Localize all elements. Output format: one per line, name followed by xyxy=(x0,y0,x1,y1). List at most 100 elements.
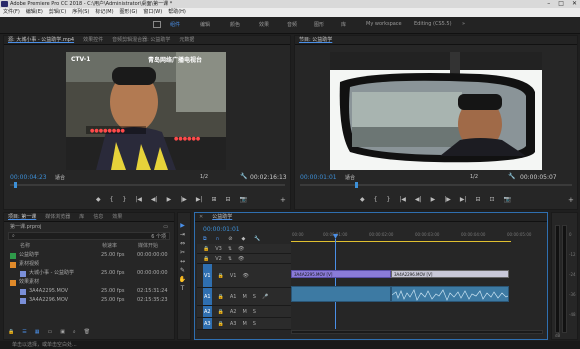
track-lock-icon[interactable]: 🔒 xyxy=(218,318,224,329)
track-source-patch[interactable]: A1 xyxy=(203,288,212,305)
workspace-graphics[interactable]: 图形 xyxy=(314,21,324,28)
source-wrench-icon[interactable]: 🔧 xyxy=(240,173,247,180)
program-add-marker-button[interactable]: ◆ xyxy=(360,196,365,203)
workspace-color[interactable]: 颜色 xyxy=(230,21,240,28)
track-eye-icon[interactable]: 👁 xyxy=(238,254,244,263)
hand-tool-icon[interactable]: ✋ xyxy=(178,275,187,284)
tab-program[interactable]: 节目: 公益助学 xyxy=(299,36,332,44)
linked-selection-icon[interactable]: ⊘ xyxy=(228,236,232,242)
track-source-patch[interactable]: V1 xyxy=(203,264,212,287)
tab-source[interactable]: 源: 大城小事 - 公益助学.mp4 xyxy=(8,36,74,44)
track-lock-icon[interactable]: 🔒 xyxy=(203,254,209,263)
workspace-libraries[interactable]: 库 xyxy=(341,21,346,28)
program-play-button[interactable]: ▶ xyxy=(431,196,436,203)
menu-clip[interactable]: 剪辑(C) xyxy=(49,8,66,17)
menu-sequence[interactable]: 序列(S) xyxy=(72,8,89,17)
pen-tool-icon[interactable]: ✎ xyxy=(178,266,187,275)
tab-info[interactable]: 信息 xyxy=(93,213,103,221)
menu-help[interactable]: 帮助(H) xyxy=(168,8,186,17)
program-step-forward-button[interactable]: |▶ xyxy=(444,196,451,203)
track-sync-icon[interactable]: ⇅ xyxy=(228,254,232,263)
column-fps[interactable]: 帧速率 xyxy=(102,242,138,251)
program-export-frame-icon[interactable]: 📷 xyxy=(504,196,511,203)
play-button[interactable]: ▶ xyxy=(167,196,172,203)
workspace-my[interactable]: My workspace xyxy=(366,21,402,27)
slip-tool-icon[interactable]: ↔ xyxy=(178,257,187,266)
new-item-icon[interactable]: ▣ xyxy=(60,329,65,335)
lift-button[interactable]: ⊟ xyxy=(475,196,480,203)
workspace-more-icon[interactable]: » xyxy=(462,21,465,27)
project-list-item[interactable]: 公益助学 25.00 fps 00:00:00:00 xyxy=(4,251,174,260)
razor-tool-icon[interactable]: ✂ xyxy=(178,248,187,257)
track-select-tool-icon[interactable]: ⇥ xyxy=(178,230,187,239)
tab-project[interactable]: 项目: 第一课 xyxy=(8,213,36,221)
column-media-start[interactable]: 媒体开始 xyxy=(138,242,158,251)
tab-sequence[interactable]: 公益助学 xyxy=(212,213,232,221)
program-scrub-bar[interactable] xyxy=(300,184,572,186)
project-folder-icon[interactable]: ▭ xyxy=(163,222,168,232)
insert-button[interactable]: ⊞ xyxy=(211,196,216,203)
video-clip-2[interactable]: 3A4A2296.MOV [V] xyxy=(391,270,509,278)
track-solo-button[interactable]: S xyxy=(253,288,256,305)
workspace-editing[interactable]: 编辑 xyxy=(200,21,210,28)
mark-in-button[interactable]: { xyxy=(110,196,114,203)
project-list-item[interactable]: 效果素材 xyxy=(4,278,174,287)
track-lock-icon[interactable]: 🔒 xyxy=(218,306,224,317)
menu-window[interactable]: 窗口(W) xyxy=(143,8,162,17)
project-list-item[interactable]: 3A4A2296.MOV 25.00 fps 02:15:35:23 xyxy=(4,296,174,305)
tab-metadata[interactable]: 元数据 xyxy=(179,36,194,44)
ripple-edit-tool-icon[interactable]: ⇔ xyxy=(178,239,187,248)
tab-audio-mixer[interactable]: 音频剪辑混合器: 公益助学 xyxy=(112,36,170,44)
timeline-settings-icon[interactable]: 🔧 xyxy=(254,236,260,242)
tab-effects[interactable]: 效果 xyxy=(112,213,122,221)
source-playhead[interactable] xyxy=(14,182,17,188)
selection-tool-icon[interactable]: ▶ xyxy=(178,221,187,230)
tab-effect-controls[interactable]: 效果控件 xyxy=(83,36,103,44)
track-solo-button[interactable]: S xyxy=(253,306,256,317)
workspace-effects[interactable]: 效果 xyxy=(259,21,269,28)
menu-file[interactable]: 文件(F) xyxy=(3,8,20,17)
track-sync-icon[interactable]: ⇅ xyxy=(228,244,232,253)
snap-icon[interactable]: ∩ xyxy=(216,236,220,242)
track-mute-button[interactable]: M xyxy=(242,306,246,317)
track-source-patch[interactable]: A3 xyxy=(203,318,212,329)
project-list-item[interactable]: 3A4A2295.MOV 25.00 fps 02:15:31:24 xyxy=(4,287,174,296)
source-resolution-select[interactable]: 1/2 xyxy=(200,174,208,180)
video-clip-1[interactable]: 3A4A2295.MOV [V] xyxy=(291,270,391,278)
project-list-item[interactable]: 素材视频 xyxy=(4,260,174,269)
program-timecode-in[interactable]: 00:00:01:01 xyxy=(300,174,337,181)
track-mute-button[interactable]: M xyxy=(242,288,246,305)
column-name[interactable]: 名称 xyxy=(20,242,102,251)
menu-marker[interactable]: 标记(M) xyxy=(95,8,113,17)
clear-icon[interactable]: 🗑 xyxy=(84,329,90,335)
add-marker-button[interactable]: ◆ xyxy=(96,196,101,203)
list-view-icon[interactable]: ☰ xyxy=(22,329,26,335)
program-go-to-in-button[interactable]: |◀ xyxy=(399,196,406,203)
mark-out-button[interactable]: } xyxy=(122,196,126,203)
program-go-to-out-button[interactable]: ▶| xyxy=(460,196,467,203)
program-mark-out-button[interactable]: } xyxy=(386,196,390,203)
timeline-zoom-scrollbar[interactable] xyxy=(291,330,543,334)
audio-clip-2[interactable] xyxy=(391,286,509,302)
source-scrub-bar[interactable] xyxy=(10,184,285,186)
program-playhead[interactable] xyxy=(355,182,358,188)
step-forward-button[interactable]: |▶ xyxy=(180,196,187,203)
workspace-assembly[interactable]: 组件 xyxy=(170,21,180,28)
work-area-bar[interactable] xyxy=(291,241,511,242)
program-wrench-icon[interactable]: 🔧 xyxy=(508,173,515,180)
lock-icon[interactable]: 🔒 xyxy=(8,329,14,335)
export-frame-icon[interactable]: 📷 xyxy=(240,196,247,203)
workspace-audio[interactable]: 音频 xyxy=(287,21,297,28)
track-mute-button[interactable]: M xyxy=(242,318,246,329)
tab-libraries[interactable]: 库 xyxy=(79,213,84,221)
new-bin-icon[interactable]: ▭ xyxy=(47,329,52,335)
menu-graphics[interactable]: 图形(G) xyxy=(120,8,138,17)
track-solo-button[interactable]: S xyxy=(253,318,256,329)
extract-button[interactable]: ⊡ xyxy=(490,196,495,203)
overwrite-button[interactable]: ⊟ xyxy=(226,196,231,203)
program-fit-select[interactable]: 适合 xyxy=(345,174,355,181)
go-to-in-button[interactable]: |◀ xyxy=(135,196,142,203)
workspace-cs55[interactable]: Editing (CS5.5) xyxy=(414,21,452,27)
timeline-ruler[interactable]: 00:00 00:00:01:00 00:00:02:00 00:00:03:0… xyxy=(291,226,543,242)
project-list-item[interactable]: 大城小事 - 公益助学 25.00 fps 00:00:00:00 xyxy=(4,269,174,278)
